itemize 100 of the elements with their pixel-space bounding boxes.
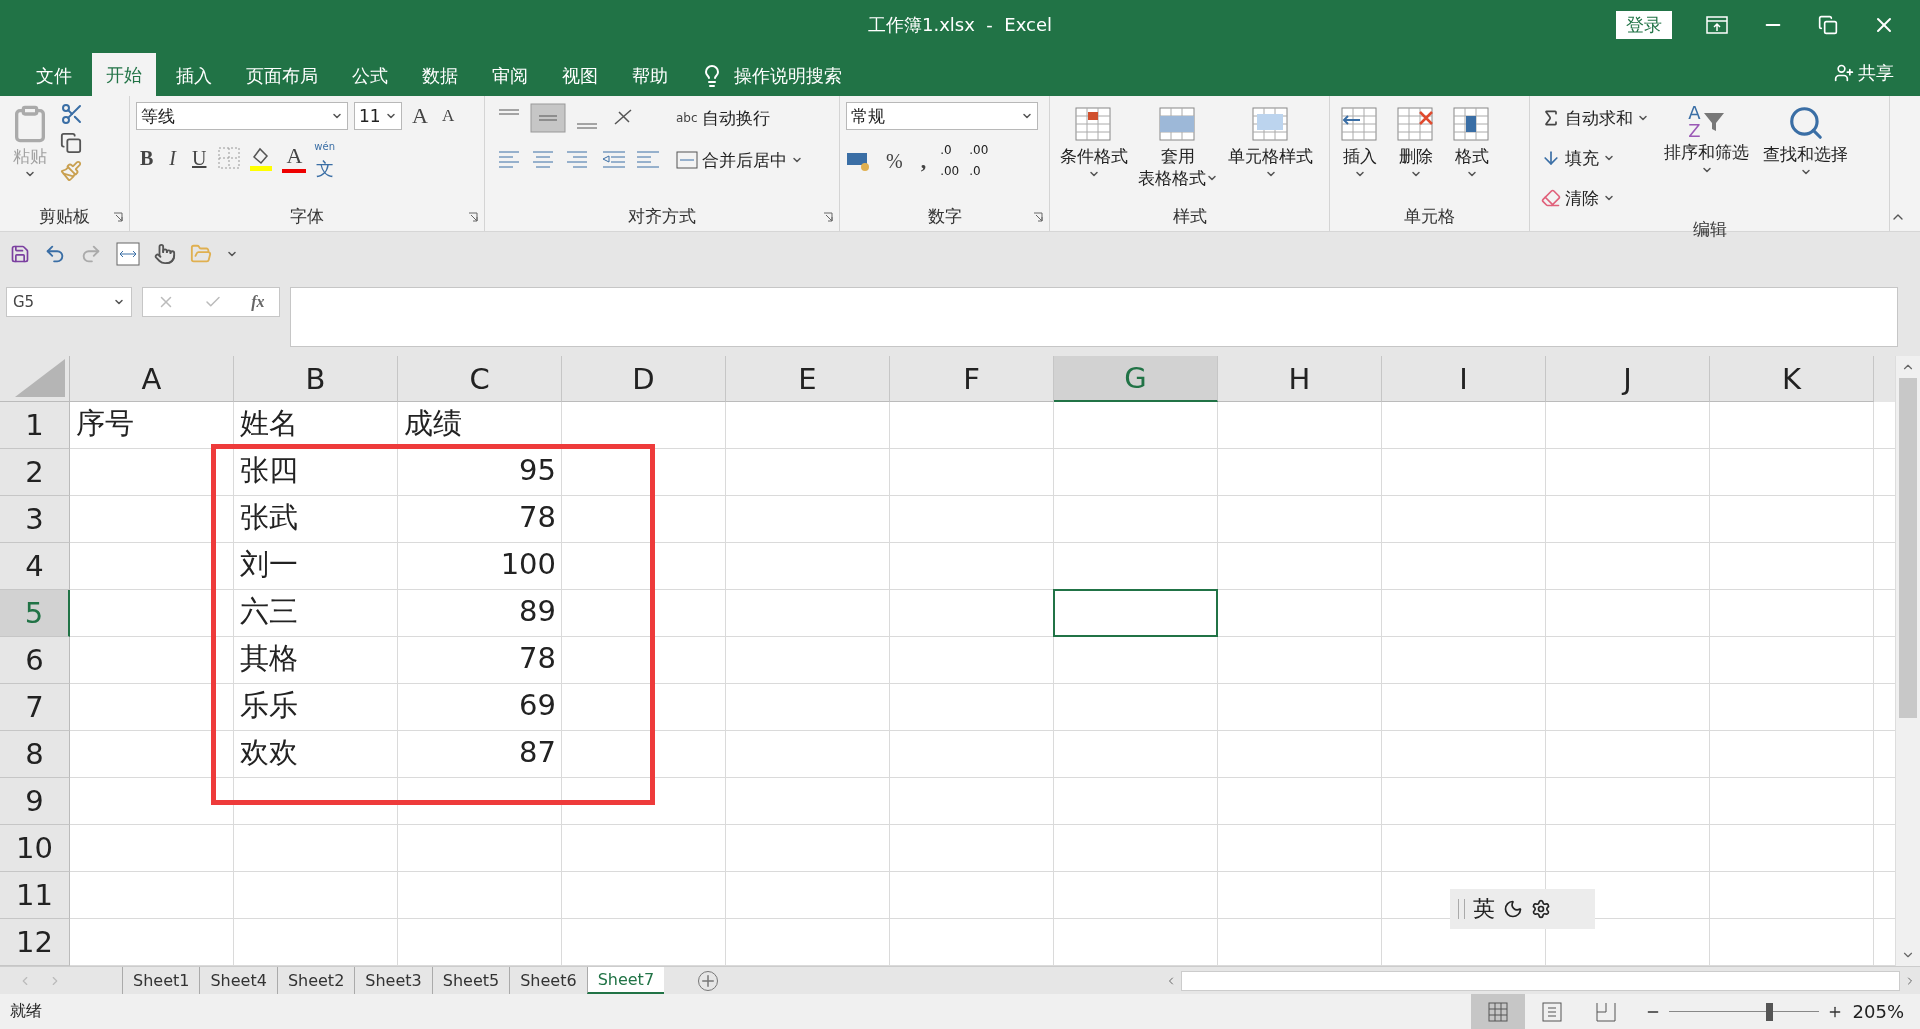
column-header[interactable]: F: [890, 356, 1054, 403]
row-header[interactable]: 9: [0, 778, 70, 826]
table-cell-text: 89: [518, 593, 557, 631]
dialog-launcher-icon[interactable]: [1033, 212, 1043, 223]
zoom-slider-thumb[interactable]: [1766, 1002, 1774, 1021]
phonetic-button[interactable]: wén 文: [314, 140, 336, 177]
settings-icon[interactable]: [1531, 899, 1551, 920]
group-label: 字体: [290, 205, 324, 229]
group-label: 数字: [927, 205, 962, 229]
dialog-launcher-icon[interactable]: [468, 212, 478, 223]
editing-button[interactable]: 填充: [1536, 142, 1654, 175]
copy-icon[interactable]: [60, 132, 82, 155]
active-cell[interactable]: [1053, 589, 1218, 638]
table-cell-text: 其格: [239, 640, 299, 678]
scrollbar-thumb[interactable]: [1899, 378, 1917, 719]
column-width-icon[interactable]: [116, 241, 140, 266]
row-header[interactable]: 4: [0, 543, 70, 591]
row-header[interactable]: 10: [0, 825, 70, 873]
ribbon-tab[interactable]: 视图: [548, 56, 612, 97]
fill-color-icon[interactable]: [248, 145, 275, 172]
row-header[interactable]: 8: [0, 731, 70, 779]
row-header[interactable]: 3: [0, 496, 70, 544]
underline-button[interactable]: U: [188, 146, 211, 170]
group-label: 对齐方式: [628, 205, 696, 229]
merge-center-button[interactable]: 合并后居中: [671, 144, 808, 177]
window-title: 工作簿1.xlsx - Excel: [868, 12, 1052, 37]
ribbon-tab[interactable]: 公式: [338, 56, 402, 97]
row-header[interactable]: 11: [0, 872, 70, 920]
column-header[interactable]: I: [1382, 356, 1546, 403]
row-header[interactable]: 2: [0, 449, 70, 497]
row-header[interactable]: 1: [0, 402, 70, 450]
italic-button[interactable]: I: [165, 146, 180, 170]
cells-button[interactable]: 删除: [1392, 102, 1440, 202]
ime-mode-label[interactable]: 英: [1473, 894, 1495, 925]
dialog-launcher-icon[interactable]: [823, 212, 833, 223]
column-header[interactable]: E: [726, 356, 890, 403]
touch-mode-icon[interactable]: [154, 242, 176, 265]
table-cell-text: 欢欢: [239, 734, 299, 772]
font-name-field[interactable]: 等线: [136, 102, 348, 131]
share-button[interactable]: 共享: [1828, 60, 1900, 87]
table-cell-text: 100: [499, 546, 557, 584]
table-cell-text: 95: [518, 452, 557, 490]
increase-decimal-button[interactable]: .0 .00: [940, 144, 960, 179]
column-header[interactable]: K: [1710, 356, 1874, 403]
name-box[interactable]: G5: [6, 286, 132, 317]
save-icon[interactable]: [10, 243, 30, 264]
column-header[interactable]: G: [1054, 356, 1218, 403]
column-header[interactable]: D: [562, 356, 726, 403]
find-select-button[interactable]: 查找和选择: [1759, 102, 1852, 215]
bold-button[interactable]: B: [136, 146, 158, 170]
tell-me-field[interactable]: 操作说明搜索: [734, 64, 842, 89]
ribbon-tab[interactable]: 文件: [22, 56, 86, 97]
column-header[interactable]: A: [70, 356, 234, 403]
comma-button[interactable]: ,: [916, 148, 931, 175]
cut-icon[interactable]: [60, 102, 84, 127]
table-cell-text: 78: [518, 499, 557, 537]
ribbon-tab[interactable]: 审阅: [478, 56, 542, 97]
grip-icon[interactable]: [1458, 899, 1465, 920]
column-header[interactable]: H: [1218, 356, 1382, 403]
page-break-icon: [1595, 1001, 1616, 1022]
ribbon-tab[interactable]: 页面布局: [232, 56, 332, 97]
row-header[interactable]: 7: [0, 684, 70, 732]
decrease-decimal-button[interactable]: .00 .0: [969, 144, 989, 179]
dialog-launcher-icon[interactable]: [113, 212, 123, 223]
insert-function-button[interactable]: fx: [251, 292, 265, 311]
editing-button[interactable]: 清除: [1536, 182, 1654, 215]
sheet-tab[interactable]: Sheet7: [586, 967, 665, 995]
horizontal-scrollbar[interactable]: [1181, 970, 1900, 991]
style-button[interactable]: 套用 表格格式: [1134, 102, 1222, 202]
row-header[interactable]: 12: [0, 919, 70, 967]
grow-font-button[interactable]: A: [408, 103, 432, 130]
ribbon-tab[interactable]: 数据: [408, 56, 472, 97]
row-header[interactable]: 6: [0, 637, 70, 685]
column-header[interactable]: B: [234, 356, 398, 403]
sort-filter-button[interactable]: A Z 排序和筛选: [1660, 102, 1753, 215]
column-header[interactable]: C: [398, 356, 562, 403]
font-size-field[interactable]: 11: [354, 102, 402, 131]
font-color-button[interactable]: A: [282, 143, 307, 174]
style-button[interactable]: 条件格式: [1056, 102, 1132, 202]
cells-button[interactable]: 格式: [1448, 102, 1496, 202]
group-label: 单元格: [1404, 205, 1455, 229]
moon-icon[interactable]: [1503, 899, 1523, 920]
column-header[interactable]: J: [1546, 356, 1710, 403]
ribbon-display-icon[interactable]: [1706, 15, 1728, 34]
restore-icon[interactable]: [1818, 14, 1838, 35]
row-header[interactable]: 5: [0, 590, 70, 638]
sign-in-button[interactable]: 登录: [1616, 10, 1672, 39]
formula-bar-field[interactable]: [290, 286, 1898, 347]
zoom-level[interactable]: 205%: [1852, 1001, 1904, 1023]
currency-icon[interactable]: [846, 150, 872, 173]
percent-button[interactable]: %: [882, 149, 907, 173]
wrap-text-button[interactable]: abc 自动换行: [671, 102, 808, 135]
cells-button[interactable]: 插入: [1336, 102, 1384, 202]
ribbon-tab[interactable]: 帮助: [618, 56, 682, 97]
ribbon-tab[interactable]: 开始: [92, 53, 156, 97]
number-format-field[interactable]: 常规: [846, 102, 1038, 131]
shrink-font-button[interactable]: A: [437, 106, 459, 127]
style-button[interactable]: 单元格样式: [1224, 102, 1317, 202]
ribbon-tab[interactable]: 插入: [162, 56, 226, 97]
editing-button[interactable]: 自动求和: [1536, 102, 1654, 135]
